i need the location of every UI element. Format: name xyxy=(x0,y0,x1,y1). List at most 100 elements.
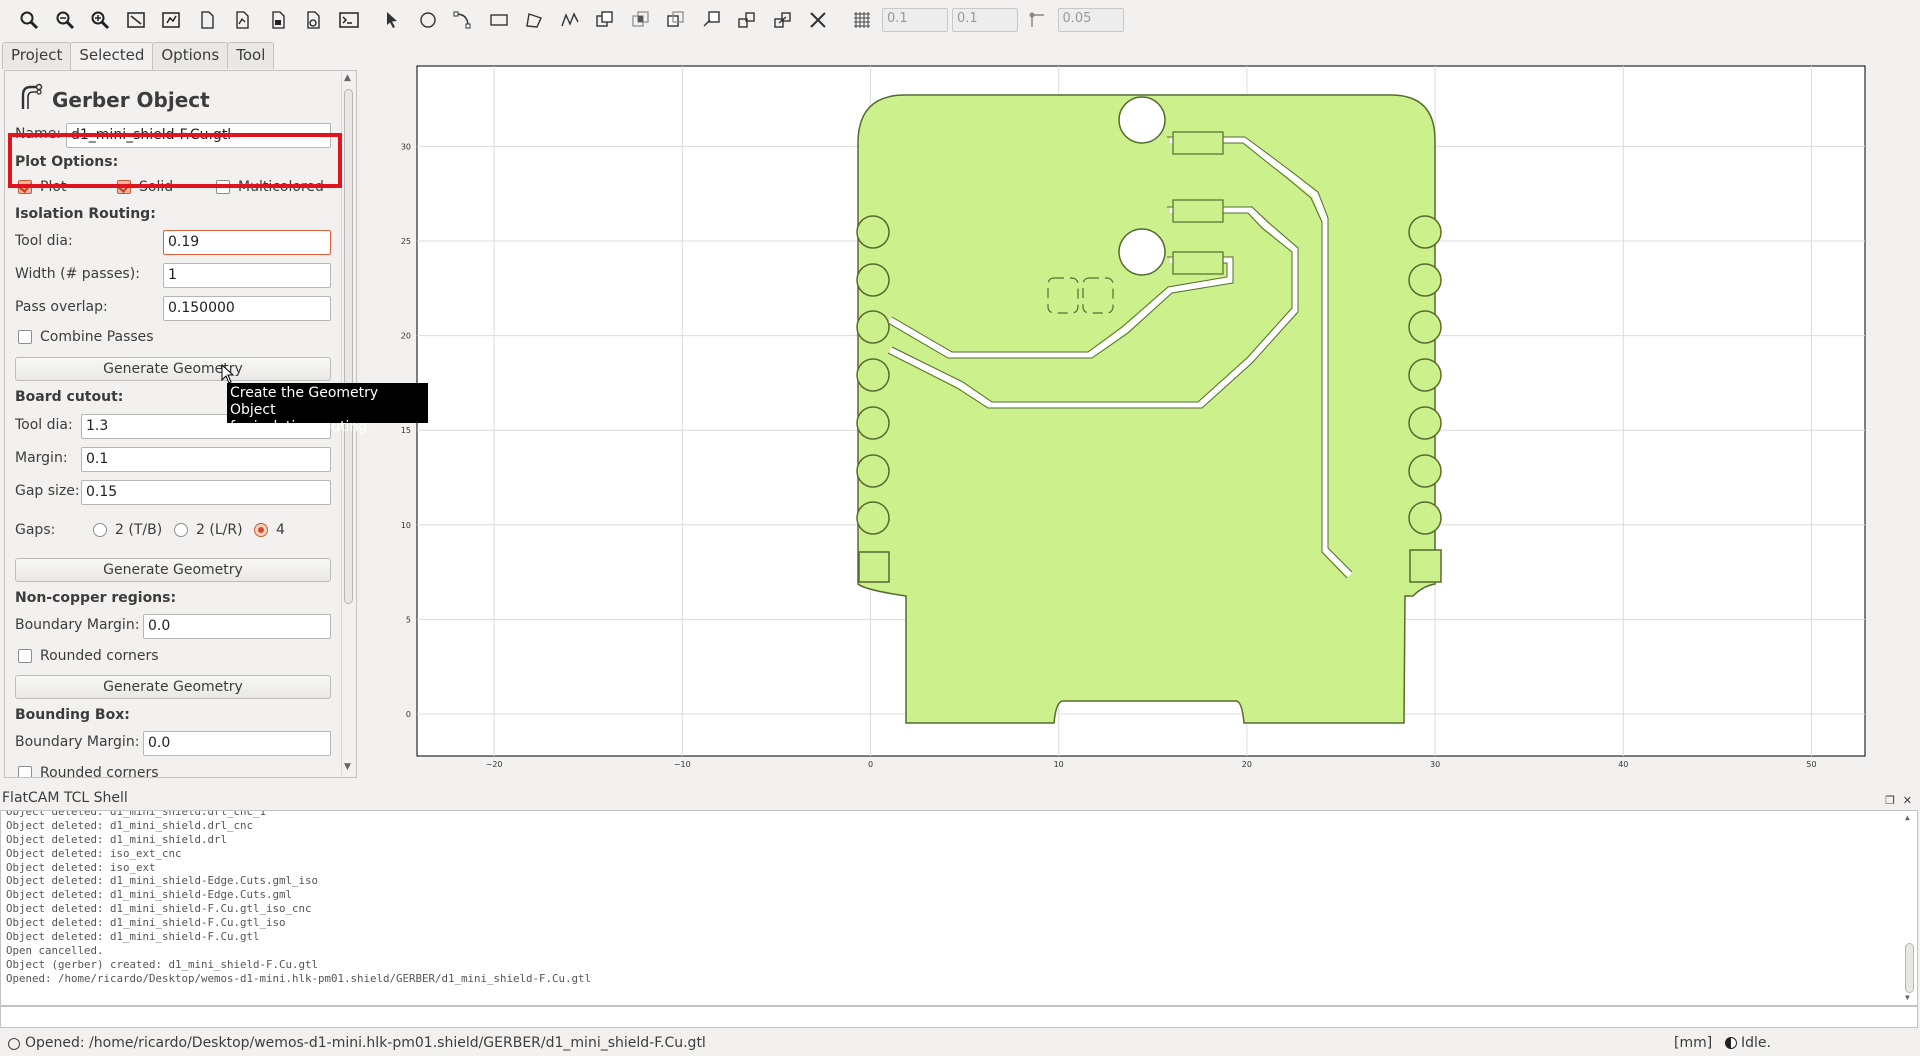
copy-shape-icon[interactable] xyxy=(732,5,762,35)
polygon-icon[interactable] xyxy=(519,5,549,35)
iso-tool-dia-field[interactable]: 0.19 xyxy=(163,230,331,255)
iso-overlap-field[interactable]: 0.150000 xyxy=(163,296,331,321)
edit-geometry-icon[interactable] xyxy=(298,5,328,35)
transform-icon[interactable] xyxy=(768,5,798,35)
gaps-2lr-label: 2 (L/R) xyxy=(196,522,243,538)
combine-passes-label: Combine Passes xyxy=(40,329,154,345)
shell-scroll-down-icon[interactable]: ▼ xyxy=(1905,993,1910,1002)
iso-generate-geometry-button[interactable]: Generate Geometry xyxy=(15,357,331,381)
circle-icon[interactable] xyxy=(413,5,443,35)
status-message: Opened: /home/ricardo/Desktop/wemos-d1-m… xyxy=(25,1035,706,1051)
subtraction-icon[interactable] xyxy=(661,5,691,35)
corner-snap-icon[interactable] xyxy=(1022,5,1052,35)
cutout-gap-size-label: Gap size: xyxy=(15,483,80,499)
shell-scroll-up-icon[interactable]: ▲ xyxy=(1905,813,1910,822)
panel-scrollbar-thumb[interactable] xyxy=(344,89,353,604)
tab-project[interactable]: Project xyxy=(2,42,72,69)
noncopper-rounded-checkbox[interactable] xyxy=(18,649,32,663)
rectangle-icon[interactable] xyxy=(484,5,514,35)
noncopper-margin-field[interactable]: 0.0 xyxy=(143,614,331,639)
path-icon[interactable] xyxy=(555,5,585,35)
shell-scrollbar[interactable]: ▲ ▼ xyxy=(1904,813,1916,1003)
zoom-out-icon[interactable] xyxy=(50,5,80,35)
shell-log-line: Object deleted: d1_mini_shield.drl xyxy=(6,832,228,846)
y-tick-label: 5 xyxy=(406,615,411,624)
new-path-icon[interactable] xyxy=(227,5,257,35)
notebook-tabs: Project Selected Options Tool xyxy=(2,42,275,70)
bbox-rounded-checkbox[interactable] xyxy=(18,766,32,777)
grid-x-field[interactable]: 0.1 xyxy=(882,8,948,32)
multicolored-checkbox[interactable] xyxy=(216,180,230,194)
pad-left-5 xyxy=(856,406,890,440)
shell-command-input[interactable] xyxy=(0,1006,1918,1028)
pad-right-2 xyxy=(1408,263,1442,297)
tab-tool[interactable]: Tool xyxy=(227,42,275,69)
pad-left-square xyxy=(858,551,890,583)
pad-right-4 xyxy=(1408,358,1442,392)
new-text-icon[interactable] xyxy=(263,5,293,35)
pad-left-3 xyxy=(856,310,890,344)
gaps-4-radio[interactable] xyxy=(254,523,268,537)
shell-icon[interactable] xyxy=(334,5,364,35)
shell-close-icon[interactable]: ✕ xyxy=(1903,791,1912,811)
y-tick-label: 25 xyxy=(401,237,411,246)
cutout-margin-field[interactable]: 0.1 xyxy=(81,447,331,472)
scroll-up-icon[interactable]: ▲ xyxy=(344,73,351,83)
y-tick-label: 20 xyxy=(401,332,411,341)
delete-shape-icon[interactable] xyxy=(803,5,833,35)
combine-passes-checkbox[interactable] xyxy=(18,330,32,344)
plot-checkbox[interactable] xyxy=(18,180,32,194)
cutout-generate-geometry-button[interactable]: Generate Geometry xyxy=(15,558,331,582)
gerber-object-icon xyxy=(17,83,45,115)
noncopper-header: Non-copper regions: xyxy=(15,590,177,606)
scroll-down-icon[interactable]: ▼ xyxy=(344,762,351,772)
pad-right-3 xyxy=(1408,310,1442,344)
bbox-rounded-label: Rounded corners xyxy=(40,765,159,778)
plot-svg[interactable]: −20−1001020304050 05101520253035 xyxy=(390,48,1890,770)
shell-float-icon[interactable]: ❐ xyxy=(1885,791,1895,811)
tooltip-line-2: for isolation routing. xyxy=(230,419,372,435)
bounding-box-header: Bounding Box: xyxy=(15,707,130,723)
y-tick-label: 30 xyxy=(401,142,411,151)
object-name-field[interactable]: d1_mini_shield-F.Cu.gtl xyxy=(66,123,331,148)
gaps-2tb-radio[interactable] xyxy=(93,523,107,537)
snap-max-field[interactable]: 0.05 xyxy=(1057,8,1124,32)
shell-log[interactable]: Object deleted: d1_mini_shield.drl_cnc_1… xyxy=(0,810,1918,1006)
zoom-fit-icon[interactable] xyxy=(14,5,44,35)
zoom-in-icon[interactable] xyxy=(85,5,115,35)
solid-checkbox[interactable] xyxy=(117,180,131,194)
solid-checkbox-label: Solid xyxy=(139,179,174,195)
tab-options[interactable]: Options xyxy=(152,42,229,69)
bbox-margin-field[interactable]: 0.0 xyxy=(143,731,331,756)
iso-width-field[interactable]: 1 xyxy=(163,263,331,288)
noncopper-margin-label: Boundary Margin: xyxy=(15,617,140,633)
new-geometry-icon[interactable] xyxy=(192,5,222,35)
panel-title: Gerber Object xyxy=(52,88,210,112)
arc-icon[interactable] xyxy=(448,5,478,35)
replot-icon[interactable] xyxy=(156,5,186,35)
cut-path-icon[interactable] xyxy=(697,5,727,35)
pad-right-6 xyxy=(1408,454,1442,488)
gaps-label: Gaps: xyxy=(15,522,56,538)
shell-log-line: Object deleted: d1_mini_shield.drl_cnc_1 xyxy=(6,810,267,818)
gaps-2lr-radio[interactable] xyxy=(174,523,188,537)
pad-right-5 xyxy=(1408,406,1442,440)
pad-left-2 xyxy=(856,263,890,297)
grid-snap-icon[interactable] xyxy=(847,5,877,35)
shell-title: FlatCAM TCL Shell ❐ ✕ xyxy=(0,788,1920,810)
noncopper-rounded-label: Rounded corners xyxy=(40,648,159,664)
tab-selected[interactable]: Selected xyxy=(70,42,154,70)
plot-canvas[interactable]: −20−1001020304050 05101520253035 xyxy=(390,48,1890,770)
intersection-icon[interactable] xyxy=(626,5,656,35)
select-icon[interactable] xyxy=(377,5,407,35)
iso-width-label: Width (# passes): xyxy=(15,266,140,282)
union-icon[interactable] xyxy=(590,5,620,35)
clear-plot-icon[interactable] xyxy=(121,5,151,35)
mount-hole-top xyxy=(1118,96,1166,144)
noncopper-generate-geometry-button[interactable]: Generate Geometry xyxy=(15,675,331,699)
cutout-gap-size-field[interactable]: 0.15 xyxy=(81,480,331,505)
shell-scrollbar-thumb[interactable] xyxy=(1905,943,1914,993)
shell-log-line: Object deleted: d1_mini_shield-F.Cu.gtl_… xyxy=(6,916,286,930)
activity-icon xyxy=(1725,1037,1737,1049)
grid-y-field[interactable]: 0.1 xyxy=(952,8,1018,32)
